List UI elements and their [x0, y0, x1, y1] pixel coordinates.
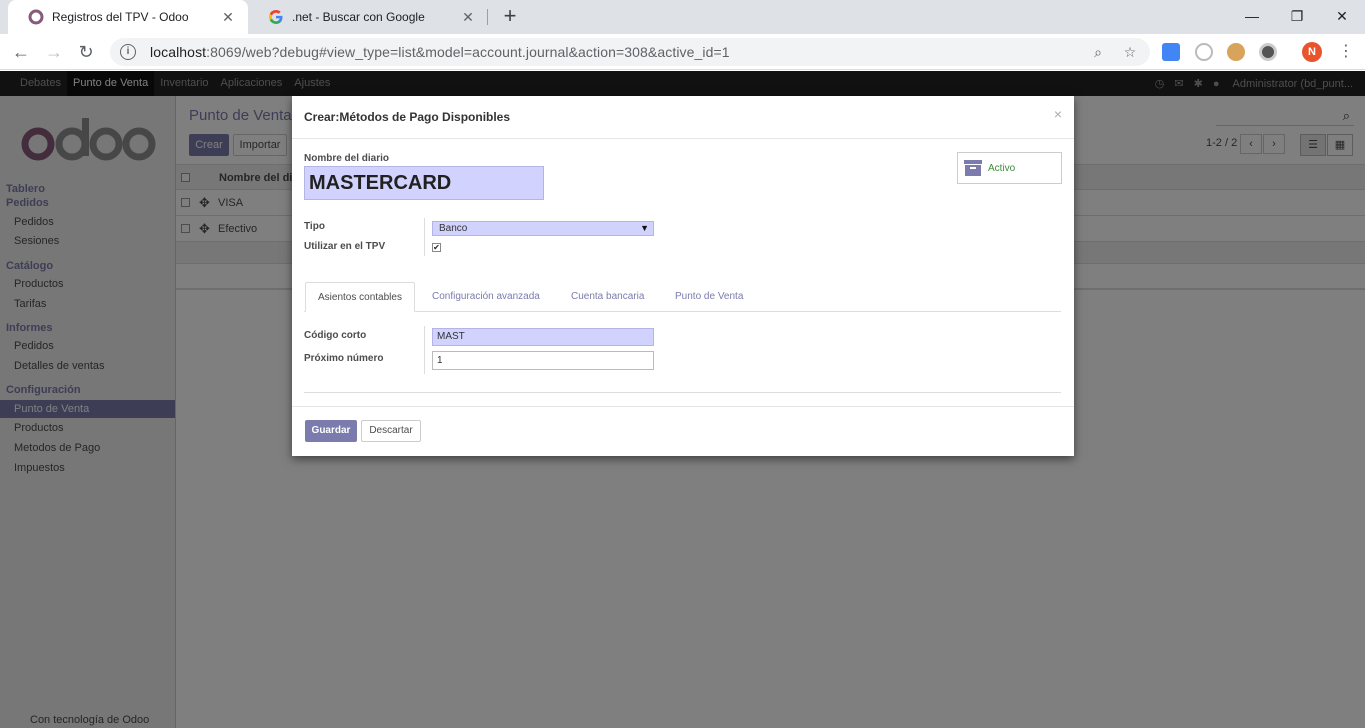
restore-icon[interactable]: ❐: [1285, 4, 1309, 28]
tab-configuracion-avanzada[interactable]: Configuración avanzada: [420, 282, 552, 312]
type-label: Tipo: [304, 221, 325, 232]
browser-tab-google[interactable]: .net - Buscar con Google ✕: [248, 0, 488, 34]
minimize-icon[interactable]: —: [1240, 4, 1264, 28]
browser-tab-title: .net - Buscar con Google: [292, 10, 425, 24]
close-icon[interactable]: ×: [1054, 106, 1062, 122]
menu-kebab-icon[interactable]: ⋮: [1338, 42, 1354, 62]
use-in-tpv-label: Utilizar en el TPV: [304, 241, 386, 252]
dialog-header: Crear:Métodos de Pago Disponibles ×: [292, 96, 1074, 139]
dialog-footer-divider: [292, 406, 1074, 407]
window-close-icon[interactable]: ✕: [1330, 4, 1354, 28]
profile-avatar[interactable]: N: [1302, 42, 1322, 62]
odoo-favicon-icon: [28, 9, 44, 25]
info-icon[interactable]: i: [120, 44, 136, 60]
tab-separator: [487, 9, 488, 25]
cookie-extension-icon[interactable]: [1227, 43, 1245, 61]
browser-tabbar: Registros del TPV - Odoo ✕ .net - Buscar…: [0, 0, 1365, 34]
short-code-label: Código corto: [304, 330, 367, 341]
dialog-title: Crear:Métodos de Pago Disponibles: [304, 110, 511, 124]
new-tab-icon[interactable]: +: [498, 4, 522, 28]
close-tab-icon[interactable]: ✕: [220, 9, 236, 26]
use-in-tpv-checkbox[interactable]: ✔: [432, 243, 441, 252]
timer-extension-icon[interactable]: [1195, 43, 1213, 61]
zoom-icon[interactable]: ⌕: [1090, 44, 1106, 60]
journal-name-input[interactable]: MASTERCARD: [304, 166, 544, 200]
browser-tab-odoo[interactable]: Registros del TPV - Odoo ✕: [8, 0, 248, 34]
browser-toolbar: ← → ↻ i localhost:8069/web?debug#view_ty…: [0, 34, 1365, 70]
url-text: localhost:8069/web?debug#view_type=list&…: [150, 44, 730, 60]
type-select-value: Banco: [439, 223, 468, 234]
discard-button[interactable]: Descartar: [361, 420, 421, 442]
tab-asientos-contables[interactable]: Asientos contables: [305, 282, 415, 312]
translate-extension-icon[interactable]: [1162, 43, 1180, 61]
google-favicon-icon: [269, 10, 283, 24]
field-separator: [424, 326, 425, 374]
chevron-down-icon: ▼: [640, 223, 649, 233]
type-select[interactable]: Banco ▼: [432, 221, 654, 236]
journal-name-label: Nombre del diario: [304, 153, 390, 164]
reload-icon[interactable]: ↻: [74, 40, 98, 64]
theme-extension-icon[interactable]: [1259, 43, 1277, 61]
create-dialog: Crear:Métodos de Pago Disponibles × Nomb…: [292, 96, 1074, 456]
tab-punto-de-venta[interactable]: Punto de Venta: [663, 282, 755, 312]
close-tab-icon[interactable]: ✕: [460, 9, 476, 26]
active-label: Activo: [988, 163, 1016, 174]
bookmark-star-icon[interactable]: ☆: [1122, 44, 1138, 60]
tab-cuenta-bancaria[interactable]: Cuenta bancaria: [559, 282, 656, 312]
form-divider: [304, 392, 1061, 393]
back-icon[interactable]: ←: [9, 40, 33, 64]
field-separator: [424, 218, 425, 256]
forward-icon[interactable]: →: [42, 40, 66, 64]
archive-icon: [964, 160, 982, 176]
address-bar[interactable]: i localhost:8069/web?debug#view_type=lis…: [110, 38, 1150, 66]
browser-tab-title: Registros del TPV - Odoo: [52, 10, 189, 24]
next-number-input[interactable]: 1: [432, 351, 654, 370]
active-toggle-button[interactable]: Activo: [957, 152, 1062, 184]
short-code-input[interactable]: MAST: [432, 328, 654, 346]
save-button[interactable]: Guardar: [305, 420, 357, 442]
next-number-label: Próximo número: [304, 353, 384, 364]
